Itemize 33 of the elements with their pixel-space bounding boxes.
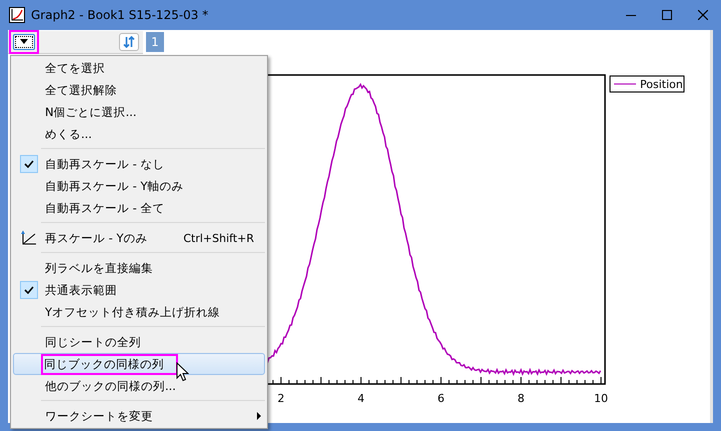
mouse-pointer-icon <box>176 362 189 382</box>
menu-item[interactable]: 自動再スケール - Y軸のみ <box>13 175 265 197</box>
menu-item[interactable]: 再スケール - Yのみ Ctrl+Shift+R <box>13 227 265 249</box>
tick-label: 10 <box>594 392 608 405</box>
menu-item[interactable]: 自動再スケール - 全て <box>13 197 265 219</box>
menu-item[interactable]: 列ラベルを直接編集 <box>13 257 265 279</box>
graph-app-icon <box>9 7 25 23</box>
tick-label: 6 <box>438 392 444 405</box>
sort-button[interactable] <box>119 32 139 50</box>
dropdown-button[interactable] <box>13 34 35 50</box>
tick-label: 8 <box>518 392 524 405</box>
menu-item[interactable]: 同じブックの同様の列 <box>13 353 265 375</box>
menu-item[interactable]: N個ごとに選択... <box>13 101 265 123</box>
caret-icon <box>20 39 28 44</box>
plot-legend: Position <box>610 76 684 92</box>
menu-item[interactable]: Yオフセット付き積み上げ折れ線 <box>13 301 265 323</box>
submenu-arrow-icon <box>256 412 262 420</box>
shortcut-text: Ctrl+Shift+R <box>183 232 254 244</box>
menu-item[interactable]: 全てを選択 <box>13 57 265 79</box>
menu-item[interactable]: ワークシートを変更 <box>13 405 265 427</box>
rescale-icon <box>20 230 38 246</box>
tick-label: 2 <box>278 392 284 405</box>
menu-item[interactable]: 同じシートの全列 <box>13 331 265 353</box>
close-icon[interactable] <box>698 10 708 20</box>
menu-item[interactable]: 他のブックの同様の列... <box>13 375 265 397</box>
sort-icon <box>123 36 135 48</box>
menu-item[interactable]: 共通表示範囲 <box>13 279 265 301</box>
maximize-icon[interactable] <box>662 10 672 20</box>
window-title: Graph2 - Book1 S15-125-03 * <box>31 8 208 22</box>
menu-item[interactable]: 自動再スケール - なし <box>13 153 265 175</box>
menu-item[interactable]: 全て選択解除 <box>13 79 265 101</box>
tick-label: 4 <box>358 392 364 405</box>
menu-item[interactable]: めくる... <box>13 123 265 145</box>
